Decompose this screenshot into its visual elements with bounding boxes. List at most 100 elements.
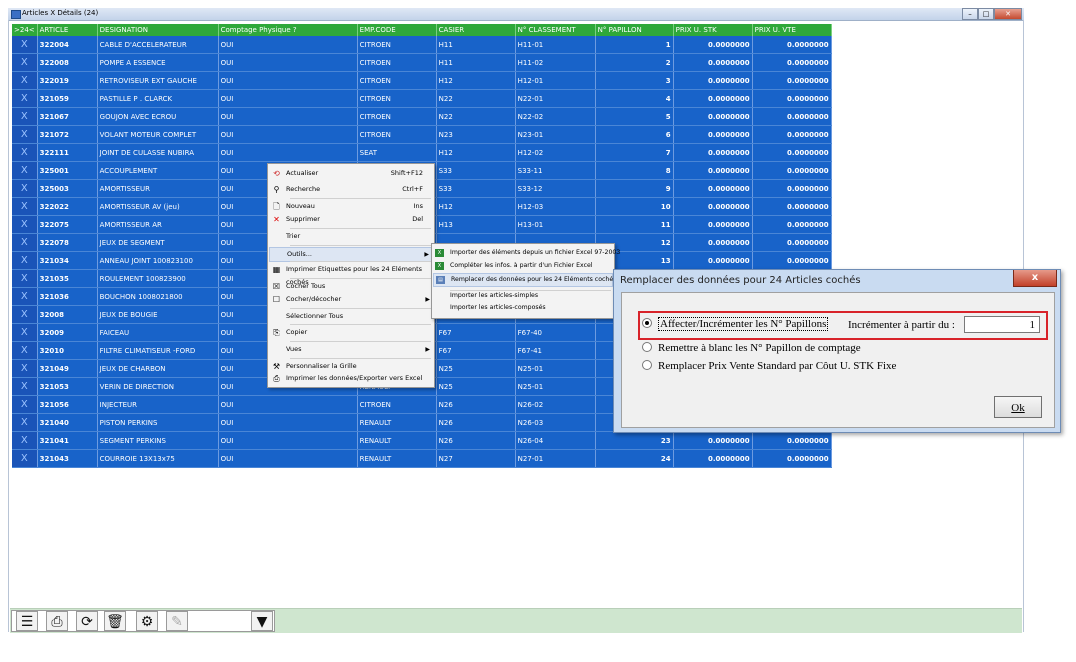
table-cell[interactable]: 0.0000000 xyxy=(673,251,753,270)
radio-icon[interactable] xyxy=(642,342,652,353)
table-row[interactable]: X 321072 VOLANT MOTEUR COMPLET OUI CITROEN N2… xyxy=(12,125,832,144)
table-cell[interactable]: PASTILLE P . CLARCK xyxy=(97,89,219,108)
table-cell[interactable]: OUI xyxy=(218,89,358,108)
submenu-item-importer-simples[interactable]: Importer les articles-simples xyxy=(433,290,613,302)
table-cell[interactable]: 8 xyxy=(595,161,674,180)
row-check-icon[interactable]: X xyxy=(12,323,38,342)
table-row[interactable]: X 322004 CABLE D'ACCELERATEUR OUI CITROEN H11… xyxy=(12,36,832,54)
option-affecter-papillons[interactable]: Affecter/Incrémenter les N° Papillons xyxy=(642,317,829,331)
table-cell[interactable]: 0.0000000 xyxy=(673,89,753,108)
table-cell[interactable]: N25-01 xyxy=(515,359,596,378)
table-cell[interactable]: H12-01 xyxy=(515,71,596,90)
row-check-icon[interactable]: X xyxy=(12,377,38,396)
table-cell[interactable]: AMORTISSEUR AV (jeu) xyxy=(97,197,219,216)
row-check-icon[interactable]: X xyxy=(12,395,38,414)
table-cell[interactable]: 0.0000000 xyxy=(673,179,753,198)
row-check-icon[interactable]: X xyxy=(12,251,38,270)
table-cell[interactable]: 32008 xyxy=(37,305,98,324)
table-cell[interactable]: VOLANT MOTEUR COMPLET xyxy=(97,125,219,144)
table-cell[interactable]: COURROIE 13X13x75 xyxy=(97,449,219,468)
table-cell[interactable]: OUI xyxy=(218,413,358,432)
table-cell[interactable]: SEAT xyxy=(357,143,437,162)
table-row[interactable]: X 321067 GOUJON AVEC ECROU OUI CITROEN N22 N22… xyxy=(12,107,832,126)
menu-item-recherche[interactable]: ⚲ Recherche Ctrl+F xyxy=(269,183,433,196)
table-cell[interactable]: OUI xyxy=(218,71,358,90)
menu-item-copier[interactable]: ⎘ Copier xyxy=(269,326,433,339)
table-cell[interactable]: 322078 xyxy=(37,233,98,252)
table-cell[interactable]: N26 xyxy=(436,413,516,432)
menu-item-vues[interactable]: Vues ▶ xyxy=(269,343,433,356)
row-check-icon[interactable]: X xyxy=(12,233,38,252)
table-cell[interactable]: RETROVISEUR EXT GAUCHE xyxy=(97,71,219,90)
settings-icon[interactable]: ⚙ xyxy=(136,611,158,631)
menu-item-imprimer-exporter[interactable]: ⎙ Imprimer les données/Exporter vers Exce… xyxy=(269,372,433,385)
table-cell[interactable]: 0.0000000 xyxy=(673,233,753,252)
menu-item-actualiser[interactable]: ⟲ Actualiser Shift+F12 xyxy=(269,167,433,180)
table-cell[interactable]: 322019 xyxy=(37,71,98,90)
trash-icon[interactable]: 🗑 xyxy=(104,611,126,631)
table-cell[interactable]: INJECTEUR xyxy=(97,395,219,414)
table-cell[interactable]: F67 xyxy=(436,323,516,342)
table-cell[interactable]: 4 xyxy=(595,89,674,108)
dialog-close-button[interactable]: x xyxy=(1013,270,1057,287)
table-cell[interactable]: 3 xyxy=(595,71,674,90)
table-cell[interactable]: 0.0000000 xyxy=(673,197,753,216)
row-check-icon[interactable]: X xyxy=(12,53,38,72)
filter-icon[interactable]: ▼ xyxy=(251,611,273,631)
table-row[interactable]: X 322111 JOINT DE CULASSE NUBIRA OUI SEAT H12… xyxy=(12,143,832,162)
column-header[interactable]: DESIGNATION xyxy=(97,24,219,36)
table-cell[interactable]: 321072 xyxy=(37,125,98,144)
column-header[interactable]: N° CLASSEMENT xyxy=(515,24,596,36)
table-cell[interactable]: 0.0000000 xyxy=(752,233,832,252)
table-cell[interactable]: 2 xyxy=(595,53,674,72)
table-cell[interactable]: CITROEN xyxy=(357,395,437,414)
table-cell[interactable]: H12-03 xyxy=(515,197,596,216)
table-cell[interactable]: 0.0000000 xyxy=(673,71,753,90)
column-header[interactable]: N° PAPILLON xyxy=(595,24,674,36)
table-cell[interactable]: 32010 xyxy=(37,341,98,360)
table-cell[interactable]: OUI xyxy=(218,107,358,126)
table-cell[interactable]: RENAULT xyxy=(357,431,437,450)
menu-item-imprimer-etiquettes[interactable]: ▦ Imprimer Etiquettes pour les 24 Elément… xyxy=(269,263,433,286)
table-cell[interactable]: 0.0000000 xyxy=(673,125,753,144)
table-cell[interactable]: 6 xyxy=(595,125,674,144)
table-cell[interactable]: N23 xyxy=(436,125,516,144)
menu-item-cocher-tous[interactable]: ☒ Cocher Tous xyxy=(269,280,433,293)
table-cell[interactable]: OUI xyxy=(218,431,358,450)
row-check-icon[interactable]: X xyxy=(12,107,38,126)
table-cell[interactable]: CABLE D'ACCELERATEUR xyxy=(97,36,219,54)
table-cell[interactable]: OUI xyxy=(218,36,358,54)
table-cell[interactable]: H12-02 xyxy=(515,143,596,162)
excel-print-icon[interactable]: ⎙ xyxy=(46,611,68,631)
table-cell[interactable]: 322022 xyxy=(37,197,98,216)
row-check-icon[interactable]: X xyxy=(12,89,38,108)
table-cell[interactable]: H12 xyxy=(436,143,516,162)
table-cell[interactable]: N25 xyxy=(436,359,516,378)
table-cell[interactable]: 321053 xyxy=(37,377,98,396)
table-cell[interactable]: OUI xyxy=(218,395,358,414)
column-header[interactable]: >24< xyxy=(12,24,38,36)
table-cell[interactable]: OUI xyxy=(218,125,358,144)
column-header[interactable]: PRIX U. VTE xyxy=(752,24,832,36)
table-cell[interactable]: AMORTISSEUR xyxy=(97,179,219,198)
table-cell[interactable]: N26-04 xyxy=(515,431,596,450)
submenu-item-remplacer[interactable]: ▤ Remplacer des données pour les 24 Eléme… xyxy=(433,273,616,287)
menu-item-outils[interactable]: Outils... ▶ xyxy=(269,247,433,262)
table-cell[interactable]: RENAULT xyxy=(357,413,437,432)
row-check-icon[interactable]: X xyxy=(12,125,38,144)
table-cell[interactable]: F67-41 xyxy=(515,341,596,360)
table-cell[interactable]: POMPE A ESSENCE xyxy=(97,53,219,72)
table-cell[interactable]: N22-02 xyxy=(515,107,596,126)
column-header[interactable]: CASIER xyxy=(436,24,516,36)
table-cell[interactable]: 321041 xyxy=(37,431,98,450)
increment-start-input[interactable]: 1 xyxy=(964,316,1040,333)
table-cell[interactable]: N25 xyxy=(436,377,516,396)
radio-selected-icon[interactable] xyxy=(642,318,652,329)
row-check-icon[interactable]: X xyxy=(12,179,38,198)
table-cell[interactable]: 0.0000000 xyxy=(673,161,753,180)
table-cell[interactable]: 321035 xyxy=(37,269,98,288)
table-cell[interactable]: 0.0000000 xyxy=(752,107,832,126)
table-cell[interactable]: 322111 xyxy=(37,143,98,162)
table-cell[interactable]: FAICEAU xyxy=(97,323,219,342)
row-check-icon[interactable]: X xyxy=(12,431,38,450)
